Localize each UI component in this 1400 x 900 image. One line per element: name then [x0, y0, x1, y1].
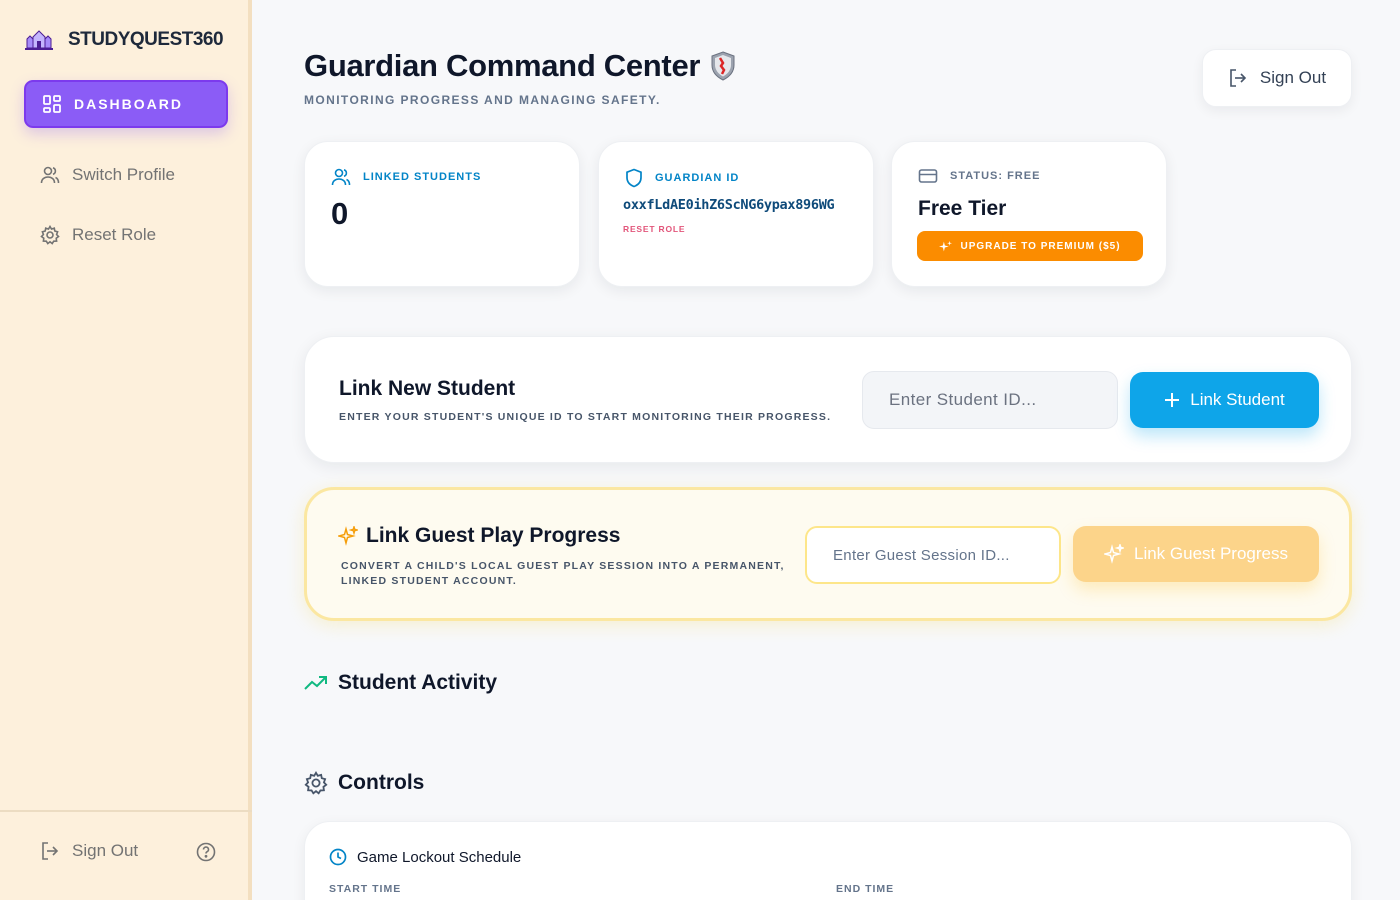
- guest-title-row: Link Guest Play Progress: [338, 524, 620, 548]
- controls-title: Controls: [338, 771, 425, 794]
- student-id-placeholder: Enter Student ID...: [889, 390, 1037, 409]
- clock-icon: [329, 848, 347, 866]
- tier-name: Free Tier: [918, 197, 1007, 220]
- dashboard-grid-icon: [43, 95, 61, 113]
- guardian-id-card: GUARDIAN ID oxxfLdAE0ihZ6ScNG6ypax896WG …: [598, 141, 874, 287]
- linked-students-label: LINKED STUDENTS: [363, 171, 482, 183]
- controls-heading: Controls: [304, 771, 424, 795]
- header-signout-button[interactable]: Sign Out: [1202, 49, 1352, 107]
- gear-icon: [40, 225, 60, 245]
- help-circle-icon[interactable]: [196, 842, 216, 862]
- guest-session-placeholder: Enter Guest Session ID...: [833, 546, 1010, 564]
- guardian-id-value: oxxfLdAE0ihZ6ScNG6ypax896WG: [623, 197, 835, 213]
- shield-icon: [626, 168, 642, 188]
- sidebar-signout-label: Sign Out: [72, 841, 139, 860]
- start-time-label: START TIME: [329, 883, 402, 895]
- users-icon: [331, 168, 351, 186]
- trending-up-icon: [304, 676, 327, 690]
- link-student-title: Link New Student: [339, 377, 516, 400]
- student-id-input[interactable]: Enter Student ID...: [862, 371, 1118, 429]
- lockout-title-row: Game Lockout Schedule: [329, 848, 521, 866]
- reset-role-link[interactable]: RESET ROLE: [623, 224, 685, 234]
- credit-card-icon: [918, 169, 938, 183]
- users-icon: [40, 166, 60, 184]
- brand-name: STUDYQUEST360: [68, 29, 224, 50]
- sidebar-item-reset-role[interactable]: Reset Role: [40, 225, 156, 245]
- status-label: STATUS: FREE: [950, 170, 1041, 182]
- page-title-text: Guardian Command Center: [304, 48, 701, 83]
- logout-icon: [1230, 69, 1247, 87]
- student-activity-heading: Student Activity: [304, 671, 497, 695]
- castle-logo-icon: [25, 30, 53, 50]
- page-subtitle: MONITORING PROGRESS AND MANAGING SAFETY.: [304, 93, 661, 107]
- guest-description: CONVERT A CHILD'S LOCAL GUEST PLAY SESSI…: [341, 559, 785, 589]
- sidebar-item-label: Reset Role: [72, 225, 157, 244]
- sidebar-item-dashboard[interactable]: DASHBOARD: [24, 80, 228, 128]
- sidebar-item-switch-profile[interactable]: Switch Profile: [40, 165, 175, 185]
- shield-emoji-icon: [711, 51, 735, 81]
- brand[interactable]: STUDYQUEST360: [24, 28, 224, 52]
- lockout-schedule-panel: Game Lockout Schedule START TIME END TIM…: [304, 821, 1352, 900]
- upgrade-premium-label: UPGRADE TO PREMIUM ($5): [960, 240, 1121, 252]
- plus-icon: [1165, 393, 1180, 407]
- card-header: GUARDIAN ID: [625, 168, 739, 188]
- linked-students-card: LINKED STUDENTS 0: [304, 141, 580, 287]
- sparkles-icon: [338, 526, 358, 546]
- sidebar-item-label: DASHBOARD: [74, 96, 183, 112]
- lockout-title: Game Lockout Schedule: [357, 848, 522, 866]
- logout-icon: [42, 842, 59, 860]
- header-signout-label: Sign Out: [1259, 68, 1327, 87]
- guardian-id-label: GUARDIAN ID: [655, 172, 740, 184]
- end-time-label: END TIME: [836, 883, 895, 895]
- sparkles-icon: [939, 240, 953, 251]
- gear-icon: [304, 771, 328, 795]
- card-header: STATUS: FREE: [918, 168, 1040, 184]
- card-header: LINKED STUDENTS: [331, 168, 481, 186]
- link-student-button[interactable]: Link Student: [1130, 372, 1319, 428]
- sidebar: STUDYQUEST360 DASHBOARD Switch Profile R…: [0, 0, 252, 900]
- student-activity-title: Student Activity: [338, 671, 498, 694]
- linked-students-count: 0: [331, 196, 349, 231]
- sparkles-icon: [1103, 544, 1124, 564]
- sidebar-divider: [0, 810, 252, 812]
- guest-title: Link Guest Play Progress: [366, 524, 621, 547]
- status-card: STATUS: FREE Free Tier UPGRADE TO PREMIU…: [891, 141, 1167, 287]
- upgrade-premium-button[interactable]: UPGRADE TO PREMIUM ($5): [917, 231, 1143, 261]
- link-student-description: ENTER YOUR STUDENT'S UNIQUE ID TO START …: [339, 411, 832, 423]
- link-student-label: Link Student: [1190, 390, 1285, 409]
- link-guest-progress-button[interactable]: Link Guest Progress: [1073, 526, 1319, 582]
- guest-progress-panel: Link Guest Play Progress CONVERT A CHILD…: [304, 487, 1352, 621]
- page-title: Guardian Command Center: [304, 48, 736, 84]
- guest-description-line2: LINKED STUDENT ACCOUNT.: [341, 575, 517, 587]
- guest-session-input[interactable]: Enter Guest Session ID...: [805, 526, 1061, 584]
- link-guest-progress-label: Link Guest Progress: [1133, 544, 1288, 563]
- guest-description-line1: CONVERT A CHILD'S LOCAL GUEST PLAY SESSI…: [341, 560, 785, 572]
- link-student-panel: Link New Student ENTER YOUR STUDENT'S UN…: [304, 336, 1352, 463]
- sidebar-signout-button[interactable]: Sign Out: [40, 841, 138, 861]
- sidebar-item-label: Switch Profile: [72, 165, 175, 184]
